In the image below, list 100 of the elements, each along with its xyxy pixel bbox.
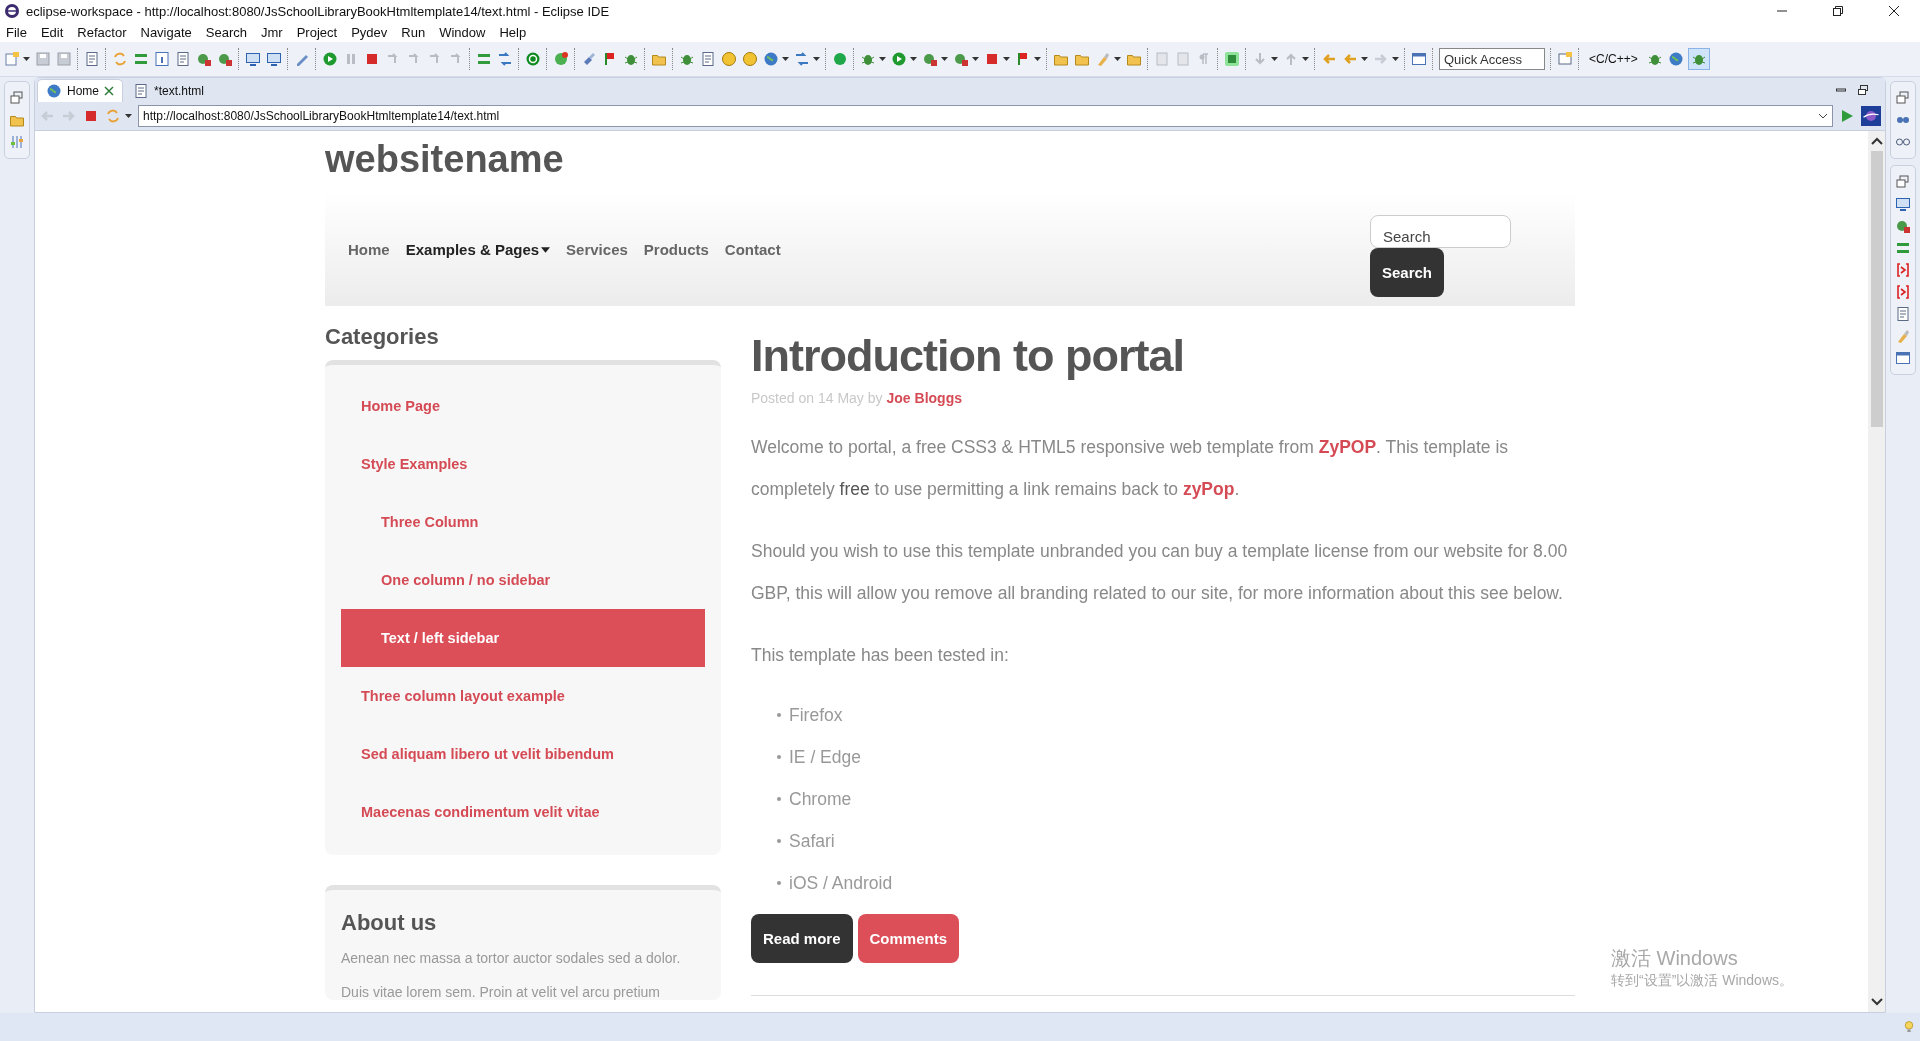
- scroll-up-icon[interactable]: [1870, 137, 1883, 145]
- nav-link[interactable]: Examples & Pages: [405, 241, 551, 258]
- arrows-icon[interactable]: [794, 51, 810, 67]
- category-link[interactable]: One column / no sidebar: [341, 551, 705, 609]
- category-link[interactable]: Three Column: [341, 493, 705, 551]
- run-icon[interactable]: [891, 51, 907, 67]
- url-field[interactable]: http://localhost:8080/JsSchoolLibraryBookHtmltemplate14/text.html: [138, 105, 1833, 127]
- bug-icon[interactable]: [1688, 49, 1709, 69]
- author-link[interactable]: Joe Bloggs: [886, 390, 962, 406]
- list-icon[interactable]: [1895, 240, 1911, 256]
- editor-tab[interactable]: *text.html: [125, 80, 213, 102]
- nav-link[interactable]: Home: [348, 241, 390, 258]
- menu-item[interactable]: Pydev: [351, 24, 388, 40]
- search-field[interactable]: Search: [1370, 214, 1511, 248]
- maximize-icon[interactable]: [1857, 84, 1869, 96]
- list-item: Safari: [789, 830, 835, 852]
- document-icon[interactable]: [1895, 306, 1911, 322]
- sliders-icon[interactable]: [9, 134, 25, 150]
- editor-tab[interactable]: Home: [37, 79, 123, 102]
- menu-item[interactable]: File: [6, 24, 27, 40]
- menu-item[interactable]: Jmr: [261, 24, 283, 40]
- caret-icon[interactable]: [782, 57, 789, 61]
- go-icon[interactable]: [1839, 108, 1855, 124]
- caret-icon[interactable]: [23, 57, 30, 61]
- menu-item[interactable]: Help: [499, 24, 527, 40]
- nav-link[interactable]: Services: [566, 241, 628, 258]
- menu-item[interactable]: Navigate: [140, 24, 192, 40]
- perspective-button[interactable]: <C/C++>: [1585, 52, 1642, 66]
- caret-icon[interactable]: [1003, 57, 1010, 61]
- stop-icon[interactable]: [83, 108, 99, 124]
- document-icon[interactable]: [700, 51, 716, 67]
- document-icon[interactable]: [84, 51, 100, 67]
- caret-icon[interactable]: [972, 57, 979, 61]
- monitor-icon[interactable]: [1895, 196, 1911, 212]
- read-more-button[interactable]: Read more: [751, 914, 853, 963]
- coin-icon[interactable]: [742, 51, 758, 67]
- monitor-icon[interactable]: [266, 51, 282, 67]
- category-link[interactable]: Maecenas condimentum velit vitae: [341, 783, 705, 841]
- document-icon[interactable]: [175, 51, 191, 67]
- circle-icon[interactable]: [832, 51, 848, 67]
- save-icon[interactable]: [35, 51, 51, 67]
- lightbulb-icon[interactable]: [1904, 1020, 1914, 1034]
- caret-icon[interactable]: [1392, 57, 1399, 61]
- square-icon[interactable]: [1224, 51, 1240, 67]
- planet-icon[interactable]: [1861, 106, 1881, 126]
- restore-icon[interactable]: [1832, 5, 1844, 17]
- link[interactable]: zyPop: [1182, 479, 1235, 499]
- save-icon[interactable]: [56, 51, 72, 67]
- menu-item[interactable]: Run: [401, 24, 426, 40]
- stop-icon[interactable]: [364, 51, 380, 67]
- bracket-icon[interactable]: [1895, 284, 1911, 300]
- caret-icon[interactable]: [910, 57, 917, 61]
- paragraph: Should you wish to use this template unbranded you can buy a template license from our website for 8.00 GBP, this will allow you remove all branding related to our site, for more information about this see below.: [751, 540, 1569, 605]
- run-icon[interactable]: [322, 51, 338, 67]
- stop-icon[interactable]: [984, 51, 1000, 67]
- caret-icon[interactable]: [879, 57, 886, 61]
- category-link[interactable]: Text / left sidebar: [341, 609, 705, 667]
- bullet-icon: [777, 755, 781, 759]
- quick-access-field[interactable]: Quick Access: [1439, 48, 1545, 70]
- info-icon[interactable]: [154, 51, 170, 67]
- list-icon[interactable]: [133, 51, 149, 67]
- dropdown-icon[interactable]: [1818, 113, 1828, 119]
- category-link[interactable]: Three column layout example: [341, 667, 705, 725]
- comments-button[interactable]: Comments: [857, 914, 960, 963]
- category-link[interactable]: Home Page: [341, 377, 705, 435]
- caret-icon[interactable]: [1302, 57, 1309, 61]
- menu-item[interactable]: Edit: [40, 24, 64, 40]
- site-name[interactable]: websitename: [325, 131, 1575, 181]
- bracket-icon[interactable]: [1895, 262, 1911, 278]
- link[interactable]: ZyPOP: [1318, 437, 1377, 457]
- caret-icon[interactable]: [941, 57, 948, 61]
- search-button[interactable]: Search: [1370, 247, 1445, 297]
- monitor-icon[interactable]: [245, 51, 261, 67]
- menu-item[interactable]: Window: [439, 24, 486, 40]
- scrollbar[interactable]: [1868, 131, 1885, 1012]
- list-icon[interactable]: [476, 51, 492, 67]
- coin-icon[interactable]: [721, 51, 737, 67]
- window-icon[interactable]: [1411, 51, 1427, 67]
- caret-icon[interactable]: [1271, 57, 1278, 61]
- menu-item[interactable]: Project: [296, 24, 338, 40]
- window-icon[interactable]: [1895, 350, 1911, 366]
- list-item: Chrome: [789, 788, 852, 810]
- power-icon[interactable]: [525, 51, 541, 67]
- menu-item[interactable]: Search: [205, 24, 247, 40]
- caret-icon[interactable]: [1034, 57, 1041, 61]
- arrows-icon[interactable]: [497, 51, 513, 67]
- caret-icon[interactable]: [125, 114, 132, 118]
- category-link[interactable]: Sed aliquam libero ut velit bibendum: [341, 725, 705, 783]
- nav-link[interactable]: Contact: [724, 241, 781, 258]
- category-link[interactable]: Style Examples: [341, 435, 705, 493]
- menu-item[interactable]: Refactor: [77, 24, 127, 40]
- nav-link[interactable]: Products: [643, 241, 709, 258]
- scroll-down-icon[interactable]: [1870, 998, 1883, 1006]
- globe-icon[interactable]: [1667, 51, 1684, 67]
- scroll-thumb[interactable]: [1870, 151, 1883, 427]
- close-icon[interactable]: [1888, 5, 1900, 17]
- caret-icon[interactable]: [1361, 57, 1368, 61]
- caret-icon[interactable]: [813, 57, 820, 61]
- globe-icon[interactable]: [763, 51, 779, 67]
- caret-icon[interactable]: [1114, 57, 1121, 61]
